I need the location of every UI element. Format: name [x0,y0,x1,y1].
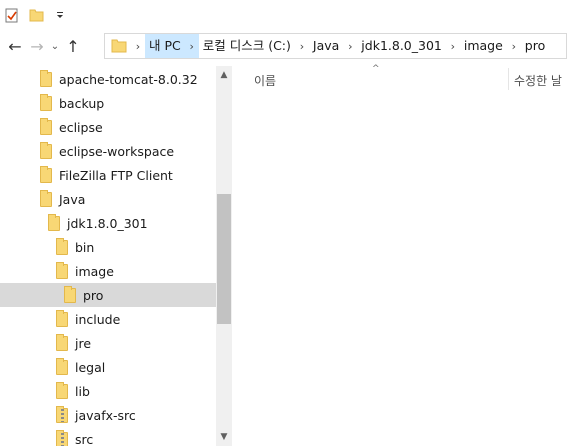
tree-item[interactable]: jdk1.8.0_301 [0,211,216,235]
tree-item-label: image [75,263,114,279]
breadcrumb-separator[interactable]: › [131,40,145,53]
tree-item-label: eclipse [59,119,103,135]
breadcrumb-java[interactable]: Java [309,34,343,58]
folder-icon [40,141,52,159]
file-list-pane[interactable]: 이름 ^ 수정한 날 [232,64,567,446]
breadcrumb-local-disk[interactable]: 로컬 디스크 (C:) [199,34,295,58]
tree-item[interactable]: bin [0,235,216,259]
breadcrumb-separator[interactable]: › [185,40,199,53]
tree-item[interactable]: include [0,307,216,331]
tree-item[interactable]: backup [0,91,216,115]
breadcrumb-label: 내 PC [149,38,181,53]
tree-item-label: jdk1.8.0_301 [67,215,148,231]
folder-icon [48,213,60,231]
forward-arrow-icon[interactable]: → [26,32,48,60]
folder-icon [40,69,52,87]
breadcrumb-separator[interactable]: › [446,40,460,53]
breadcrumb-separator[interactable]: › [295,40,309,53]
tree-item-label: src [75,431,94,446]
folder-icon [56,381,68,399]
breadcrumb-separator[interactable]: › [343,40,357,53]
column-divider[interactable] [508,68,509,90]
tree-item[interactable]: image [0,259,216,283]
tree-item-label: pro [83,287,104,303]
folder-icon [64,285,76,303]
tree-item[interactable]: jre [0,331,216,355]
customize-dropdown-icon[interactable] [52,7,68,23]
tree-item[interactable]: apache-tomcat-8.0.32 [0,67,216,91]
quick-access-toolbar [0,0,567,30]
tree-item-label: apache-tomcat-8.0.32 [59,71,198,87]
navigation-bar: ← → ⌄ ↑ › 내 PC › 로컬 디스크 (C:) › Java › jd… [0,30,567,62]
tree-item-label: include [75,311,121,327]
folder-icon [56,261,68,279]
folder-icon [40,117,52,135]
back-arrow-icon[interactable]: ← [4,32,26,60]
tree-item[interactable]: javafx-src [0,403,216,427]
folder-icon [107,34,131,58]
recent-locations-chevron-icon[interactable]: ⌄ [48,32,62,60]
tree-item-label: Java [59,191,86,207]
column-header-row: 이름 ^ 수정한 날 [232,64,567,92]
zip-folder-icon [56,405,68,423]
tree-item-label: jre [75,335,92,351]
tree-item[interactable]: eclipse [0,115,216,139]
breadcrumb-image[interactable]: image [460,34,507,58]
tree-item[interactable]: eclipse-workspace [0,139,216,163]
folder-icon [56,309,68,327]
scroll-up-icon[interactable]: ▲ [216,68,232,82]
tree-item[interactable]: src [0,427,216,446]
tree-item-label: bin [75,239,95,255]
folder-icon [40,165,52,183]
tree-item[interactable]: legal [0,355,216,379]
tree-scrollbar[interactable]: ▲ ▼ [216,66,232,446]
folder-icon [56,333,68,351]
scrollbar-thumb[interactable] [217,194,231,324]
column-header-name[interactable]: 이름 [254,72,276,89]
zip-folder-icon [56,429,68,446]
breadcrumb-separator[interactable]: › [507,40,521,53]
address-bar[interactable]: › 내 PC › 로컬 디스크 (C:) › Java › jdk1.8.0_3… [104,33,567,59]
tree-item[interactable]: FileZilla FTP Client [0,163,216,187]
tree-item-label: javafx-src [75,407,136,423]
column-header-date-modified[interactable]: 수정한 날 [514,72,562,89]
up-arrow-icon[interactable]: ↑ [62,32,84,60]
tree-item-label: eclipse-workspace [59,143,175,159]
tree-item-label: FileZilla FTP Client [59,167,173,183]
tree-item-label: lib [75,383,90,399]
navigation-tree: apache-tomcat-8.0.32 backup eclipse eclipse… [0,66,232,446]
breadcrumb-this-pc[interactable]: 내 PC › [145,34,199,58]
sort-ascending-icon: ^ [372,64,380,74]
folder-icon [40,93,52,111]
scroll-down-icon[interactable]: ▼ [216,430,232,444]
properties-icon[interactable] [4,7,20,23]
tree-item[interactable]: lib [0,379,216,403]
folder-icon [56,357,68,375]
new-folder-icon[interactable] [28,7,44,23]
tree-item[interactable]: Java [0,187,216,211]
breadcrumb-jdk[interactable]: jdk1.8.0_301 [357,34,446,58]
tree-item[interactable]: pro [0,283,216,307]
folder-icon [40,189,52,207]
breadcrumb-pro[interactable]: pro [521,34,549,58]
tree-item-label: legal [75,359,106,375]
folder-icon [56,237,68,255]
tree-item-label: backup [59,95,105,111]
